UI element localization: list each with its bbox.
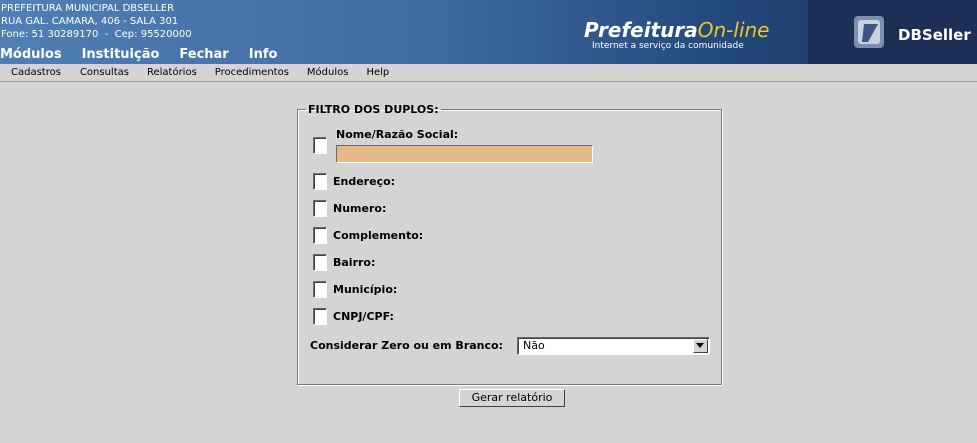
- top-menu-fechar[interactable]: Fechar: [179, 47, 228, 64]
- logo-prefeitura-text: Prefeitura: [584, 18, 698, 42]
- bairro-label: Bairro:: [333, 256, 376, 269]
- municipio-checkbox[interactable]: [313, 281, 327, 298]
- header-banner: PREFEITURA MUNICIPAL DBSELLER RUA GAL. C…: [0, 0, 977, 64]
- top-menu-instituicao[interactable]: Instituição: [82, 47, 160, 64]
- municipio-label: Município:: [333, 283, 398, 296]
- zero-branco-select[interactable]: Não: [517, 337, 710, 355]
- top-menu-modulos[interactable]: Módulos: [0, 47, 62, 64]
- organization-info: PREFEITURA MUNICIPAL DBSELLER RUA GAL. C…: [1, 2, 192, 41]
- logo-online-text: On-line: [697, 18, 770, 42]
- bairro-checkbox[interactable]: [313, 254, 327, 271]
- dropdown-arrow-icon[interactable]: [693, 339, 708, 353]
- logo-dbseller-text: DBSeller: [898, 26, 971, 44]
- menu-cadastros[interactable]: Cadastros: [11, 67, 61, 78]
- gerar-relatorio-button[interactable]: Gerar relatório: [459, 389, 565, 407]
- org-contact: Fone: 51 30289170 - Cep: 95520000: [1, 29, 192, 40]
- cnpj-cpf-checkbox[interactable]: [313, 308, 327, 325]
- numero-label: Numero:: [333, 202, 387, 215]
- dbseller-mark-icon: [854, 16, 884, 48]
- menu-help[interactable]: Help: [366, 67, 389, 78]
- numero-checkbox[interactable]: [313, 200, 327, 217]
- complemento-checkbox[interactable]: [313, 227, 327, 244]
- prefeitura-online-logo: PrefeituraOn-line Internet a serviço da …: [584, 18, 769, 51]
- cnpj-cpf-label: CNPJ/CPF:: [333, 310, 394, 323]
- top-menu-info[interactable]: Info: [249, 47, 278, 64]
- menu-modulos[interactable]: Módulos: [307, 67, 349, 78]
- org-name: PREFEITURA MUNICIPAL DBSELLER: [1, 3, 175, 14]
- filter-legend: FILTRO DOS DUPLOS:: [308, 103, 439, 116]
- zero-branco-label: Considerar Zero ou em Branco:: [310, 339, 503, 352]
- menu-bar: Cadastros Consultas Relatórios Procedime…: [0, 64, 977, 82]
- endereco-checkbox[interactable]: [313, 173, 327, 190]
- zero-branco-selected-value: Não: [523, 339, 545, 352]
- nome-label: Nome/Razão Social:: [336, 128, 459, 141]
- endereco-label: Endereço:: [333, 175, 396, 188]
- menu-procedimentos[interactable]: Procedimentos: [215, 67, 289, 78]
- logo-tagline: Internet a serviço da comunidade: [592, 41, 744, 51]
- org-address: RUA GAL. CAMARA, 406 - SALA 301: [1, 16, 179, 27]
- nome-input[interactable]: [336, 145, 593, 163]
- menu-consultas[interactable]: Consultas: [80, 67, 129, 78]
- complemento-label: Complemento:: [333, 229, 424, 242]
- menu-relatorios[interactable]: Relatórios: [147, 67, 197, 78]
- nome-checkbox[interactable]: [313, 137, 327, 154]
- top-menu: Módulos Instituição Fechar Info: [0, 47, 297, 64]
